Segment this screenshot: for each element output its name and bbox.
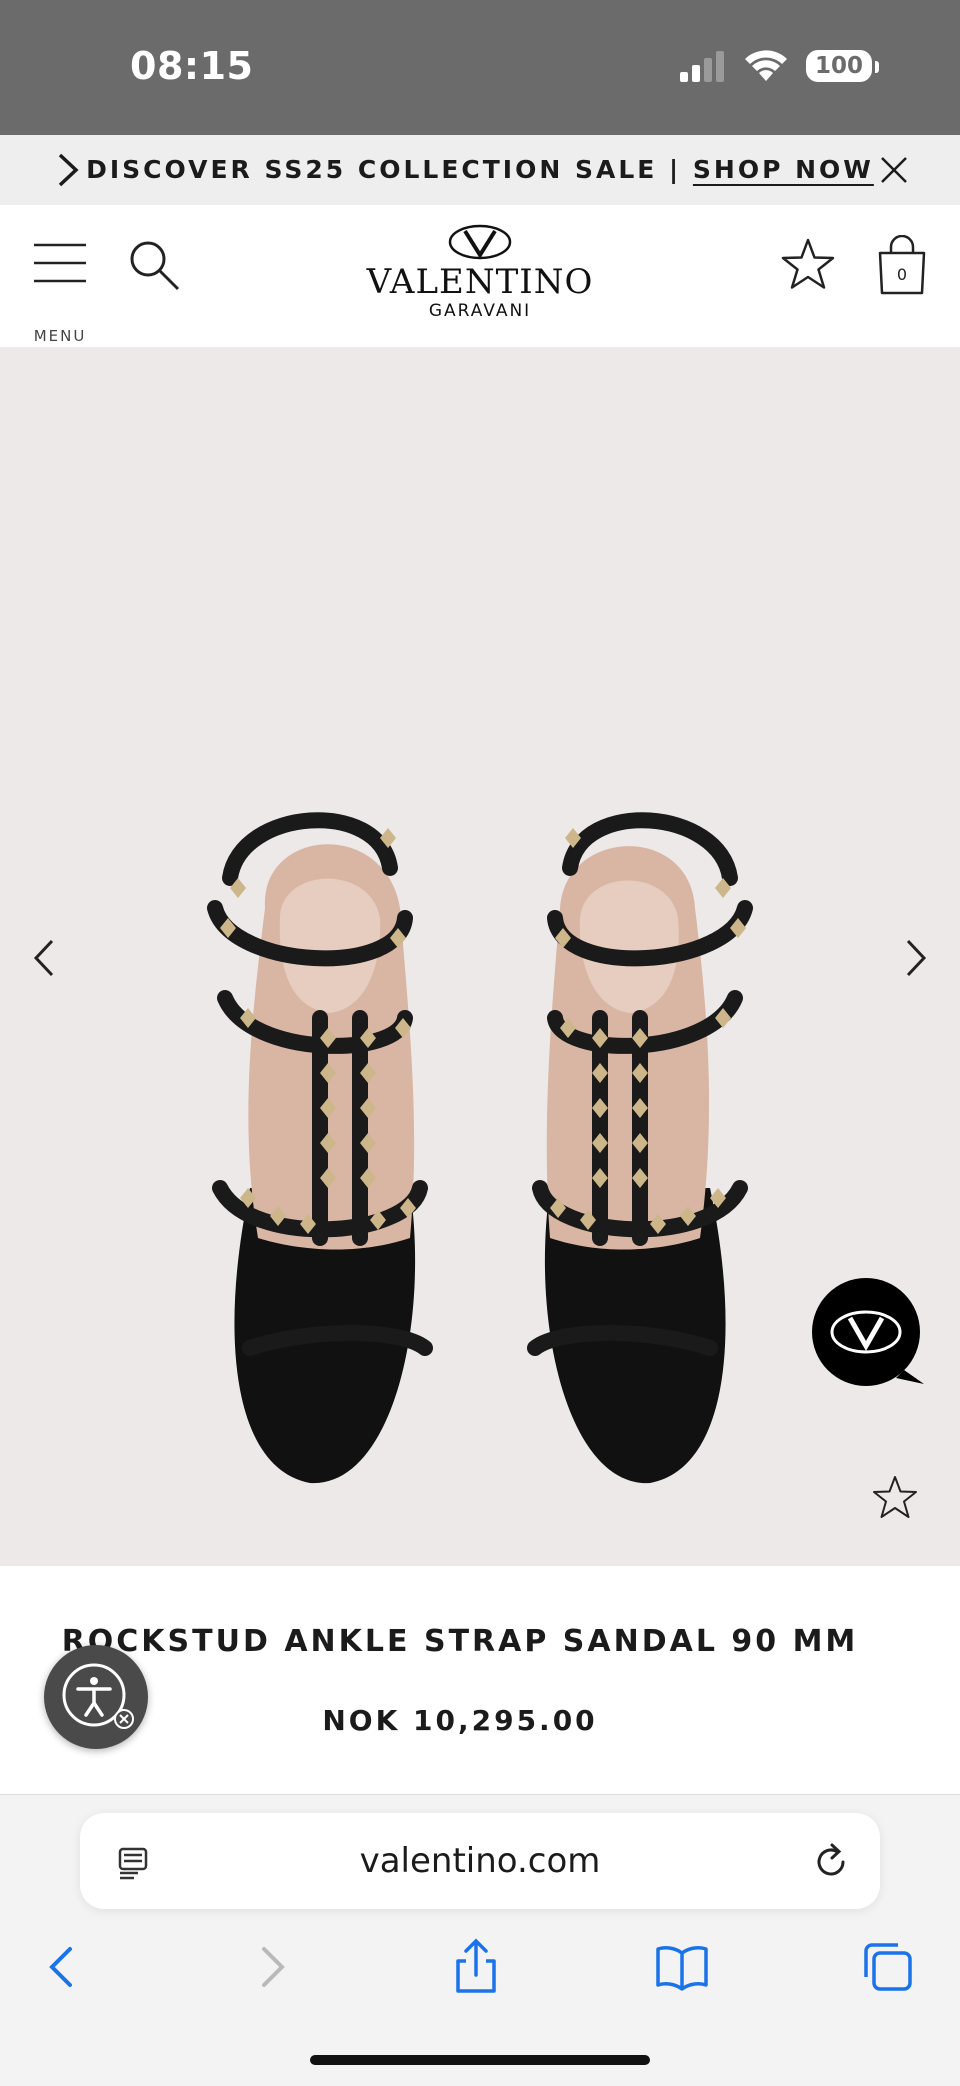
vlogo-icon: [448, 224, 512, 260]
chevron-left-icon[interactable]: [24, 933, 64, 983]
star-icon[interactable]: [870, 1473, 920, 1523]
shop-now-link[interactable]: SHOP NOW: [693, 155, 874, 184]
url-text: valentino.com: [359, 1841, 601, 1881]
reload-icon[interactable]: [810, 1841, 852, 1883]
home-indicator: [310, 2055, 650, 2065]
accessibility-icon: [62, 1663, 134, 1729]
menu-label: MENU: [33, 327, 87, 345]
bookmarks-icon[interactable]: [652, 1937, 712, 1997]
valentino-logo[interactable]: VALENTINO GARAVANI: [360, 223, 600, 333]
right-sandal: [527, 812, 753, 1484]
site-header: MENU VALENTINO GARAVANI 0: [0, 205, 960, 348]
wifi-icon: [744, 50, 787, 81]
tabs-icon[interactable]: [858, 1937, 918, 1997]
product-gallery: [0, 348, 960, 1566]
star-icon[interactable]: [778, 235, 838, 295]
menu-button[interactable]: MENU: [32, 235, 88, 345]
close-icon[interactable]: [874, 150, 914, 190]
promo-text: DISCOVER SS25 COLLECTION SALE | SHOP NOW: [0, 155, 960, 184]
share-icon[interactable]: [446, 1937, 506, 1997]
logo-sub: GARAVANI: [428, 301, 532, 321]
status-bar: 08:15 100: [0, 0, 960, 135]
signal-icon: [679, 51, 724, 82]
hamburger-icon: [34, 243, 86, 283]
status-time: 08:15: [130, 44, 254, 88]
shopping-bag-button[interactable]: 0: [872, 234, 932, 299]
forward-icon[interactable]: [242, 1937, 302, 1997]
browser-toolbar: valentino.com: [0, 1794, 960, 2086]
left-sandal: [207, 812, 433, 1484]
logo-name: VALENTINO: [366, 262, 594, 302]
search-icon[interactable]: [126, 237, 182, 293]
bag-count: 0: [896, 265, 908, 284]
url-bar[interactable]: valentino.com: [80, 1813, 880, 1909]
battery-indicator: 100: [805, 50, 880, 82]
chevron-right-icon[interactable]: [896, 933, 936, 983]
promo-message: DISCOVER SS25 COLLECTION SALE |: [86, 155, 693, 184]
status-icons: 100: [678, 50, 880, 82]
accessibility-button[interactable]: [44, 1645, 148, 1749]
promo-banner: DISCOVER SS25 COLLECTION SALE | SHOP NOW: [0, 135, 960, 205]
product-image: [207, 812, 753, 1484]
chat-bubble-icon[interactable]: [812, 1278, 924, 1390]
back-icon[interactable]: [32, 1937, 92, 1997]
